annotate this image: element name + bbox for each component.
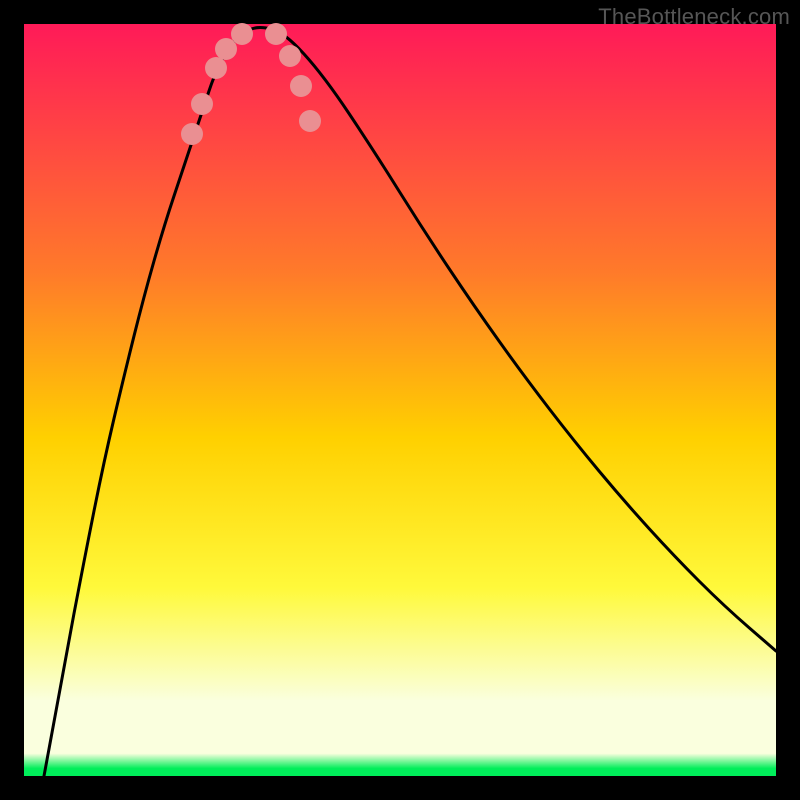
curve-marker: [279, 45, 301, 67]
curve-marker: [290, 75, 312, 97]
chart-container: { "watermark": "TheBottleneck.com", "col…: [0, 0, 800, 800]
curve-marker: [215, 38, 237, 60]
gradient-plot-area: [24, 24, 776, 776]
curve-marker: [205, 57, 227, 79]
bottleneck-chart: [0, 0, 800, 800]
curve-marker: [181, 123, 203, 145]
curve-marker: [299, 110, 321, 132]
curve-marker: [231, 23, 253, 45]
curve-marker: [191, 93, 213, 115]
watermark-text: TheBottleneck.com: [598, 4, 790, 30]
curve-marker: [265, 23, 287, 45]
